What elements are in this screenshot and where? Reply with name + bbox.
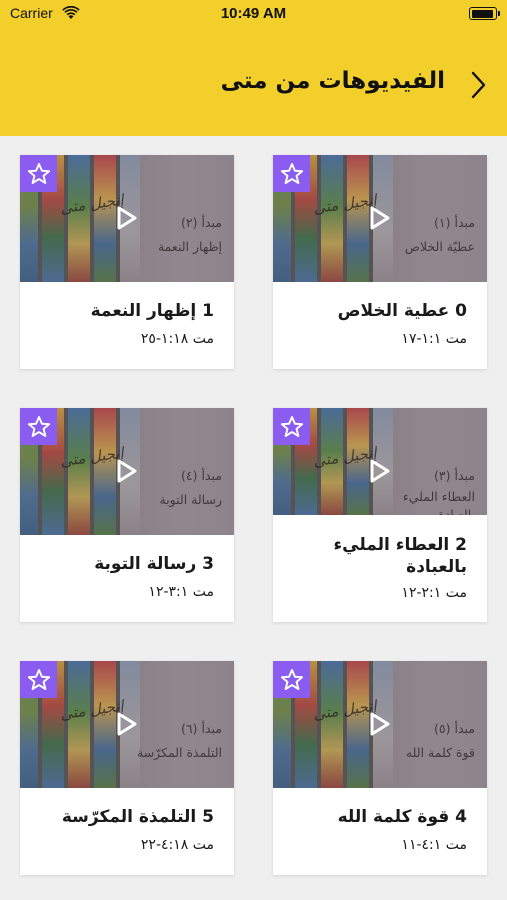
thumbnail-caption: مبدأ (٥) قوة كلمة الله: [406, 717, 475, 765]
scripture-reference: مت ١:١٨-٢٥: [140, 331, 214, 347]
clock: 10:49 AM: [220, 5, 287, 22]
video-title: 2 العطاء المليء بالعبادة: [333, 535, 467, 577]
caption-line: مبدأ (١): [434, 215, 475, 230]
star-icon: [27, 415, 50, 437]
video-card[interactable]: إنجيل متى مبدأ (٦) التلمذة المكرّسة 5 ال…: [20, 661, 234, 875]
scripture-reference: مت ١:١-١٧: [401, 331, 467, 347]
video-title: 1 إظهار النعمة: [90, 301, 214, 321]
video-thumbnail[interactable]: إنجيل متى مبدأ (٣) العطاء المليء بالعباد…: [273, 408, 487, 515]
thumbnail-caption: مبدأ (٦) التلمذة المكرّسة: [137, 717, 222, 765]
favorite-button[interactable]: [20, 408, 57, 445]
caption-line: مبدأ (٥): [434, 721, 475, 736]
favorite-button[interactable]: [20, 661, 57, 698]
caption-line: التلمذة المكرّسة: [137, 745, 222, 760]
video-thumbnail[interactable]: إنجيل متى مبدأ (١) عطيّة الخلاص: [273, 155, 487, 282]
video-card[interactable]: إنجيل متى مبدأ (٣) العطاء المليء بالعباد…: [273, 408, 487, 622]
star-icon: [280, 668, 303, 690]
video-title: 0 عطية الخلاص: [337, 301, 467, 321]
video-thumbnail[interactable]: إنجيل متى مبدأ (٦) التلمذة المكرّسة: [20, 661, 234, 788]
favorite-button[interactable]: [273, 408, 310, 445]
caption-line: مبدأ (٢): [181, 215, 222, 230]
video-card[interactable]: إنجيل متى مبدأ (٥) قوة كلمة الله 4 قوة ك…: [273, 661, 487, 875]
video-card[interactable]: إنجيل متى مبدأ (٤) رسالة التوبة 3 رسالة …: [20, 408, 234, 622]
caption-line: رسالة التوبة: [159, 492, 223, 507]
battery-level: [471, 9, 494, 18]
back-chevron-icon[interactable]: [467, 70, 489, 100]
play-icon: [117, 459, 137, 483]
navigation-bar: الفيديوهات من متى: [0, 28, 507, 136]
video-title: 5 التلمذة المكرّسة: [61, 807, 214, 827]
scripture-reference: مت ٤:١-١١: [401, 837, 467, 853]
video-card[interactable]: إنجيل متى مبدأ (١) عطيّة الخلاص 0 عطية ا…: [273, 155, 487, 369]
star-icon: [27, 162, 50, 184]
caption-line: إظهار النعمة: [157, 239, 222, 254]
scripture-reference: مت ٣:١-١٢: [148, 584, 214, 600]
star-icon: [280, 162, 303, 184]
caption-line: عطيّة الخلاص: [404, 239, 475, 254]
star-icon: [280, 415, 303, 437]
thumbnail-caption: مبدأ (١) عطيّة الخلاص: [405, 211, 475, 259]
video-title: 4 قوة كلمة الله: [337, 807, 467, 827]
scripture-reference: مت ٢:١-١٢: [401, 585, 467, 601]
thumbnail-caption: مبدأ (٢) إظهار النعمة: [158, 211, 222, 259]
video-thumbnail[interactable]: إنجيل متى مبدأ (٢) إظهار النعمة: [20, 155, 234, 282]
video-card[interactable]: إنجيل متى مبدأ (٢) إظهار النعمة 1 إظهار …: [20, 155, 234, 369]
status-bar: Carrier 10:49 AM: [0, 0, 507, 28]
caption-line: العطاء المليء: [402, 489, 475, 504]
play-icon: [370, 206, 390, 230]
thumbnail-caption: مبدأ (٣) العطاء المليء بالعبادة: [403, 464, 475, 515]
thumbnail-caption: مبدأ (٤) رسالة التوبة: [160, 464, 223, 512]
video-thumbnail[interactable]: إنجيل متى مبدأ (٥) قوة كلمة الله: [273, 661, 487, 788]
video-thumbnail[interactable]: إنجيل متى مبدأ (٤) رسالة التوبة: [20, 408, 234, 535]
play-icon: [370, 459, 390, 483]
caption-line: بالعبادة: [438, 507, 475, 515]
caption-line: مبدأ (٦): [181, 721, 222, 736]
play-icon: [117, 206, 137, 230]
battery-icon: [469, 7, 500, 20]
play-icon: [370, 712, 390, 736]
favorite-button[interactable]: [273, 155, 310, 192]
video-title: 3 رسالة التوبة: [94, 554, 214, 574]
star-icon: [27, 668, 50, 690]
caption-line: قوة كلمة الله: [405, 745, 475, 760]
favorite-button[interactable]: [273, 661, 310, 698]
play-icon: [117, 712, 137, 736]
scripture-reference: مت ٤:١٨-٢٢: [140, 837, 214, 853]
favorite-button[interactable]: [20, 155, 57, 192]
page-title: الفيديوهات من متى: [220, 68, 445, 94]
caption-line: مبدأ (٤): [181, 468, 222, 483]
caption-line: مبدأ (٣): [434, 468, 475, 483]
